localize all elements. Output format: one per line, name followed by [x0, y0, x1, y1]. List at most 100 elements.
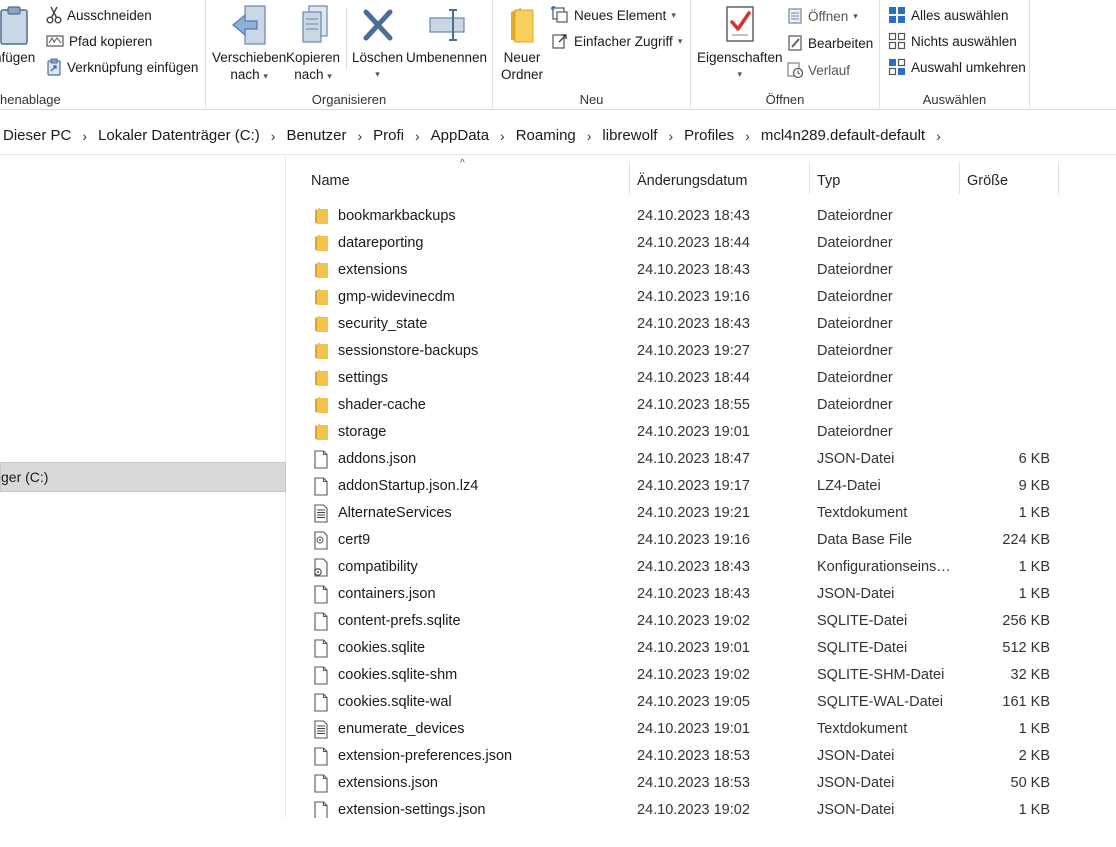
file-row[interactable]: compatibility 24.10.2023 18:43 Konfigurati…	[308, 554, 1068, 581]
file-date: 24.10.2023 19:01	[637, 640, 750, 656]
file-row[interactable]: cert9 24.10.2023 19:16 Data Base File 224 K…	[308, 527, 1068, 554]
file-row[interactable]: cookies.sqlite-wal 24.10.2023 19:05 SQLITE…	[308, 689, 1068, 716]
new-item-button[interactable]: Neues Element ▾	[551, 4, 676, 26]
file-row[interactable]: cookies.sqlite 24.10.2023 19:01 SQLITE-Dat…	[308, 635, 1068, 662]
file-type: Textdokument	[817, 505, 908, 521]
chevron-right-icon[interactable]: ›	[77, 128, 92, 144]
file-date: 24.10.2023 18:53	[637, 775, 750, 791]
edit-button[interactable]: Bearbeiten	[787, 32, 873, 54]
file-row[interactable]: extension-settings.json 24.10.2023 19:02 J…	[308, 797, 1068, 818]
config-file-icon	[314, 558, 328, 577]
invert-selection-icon	[888, 58, 906, 76]
breadcrumb-item[interactable]: Benutzer	[280, 127, 352, 144]
file-name: cookies.sqlite-shm	[338, 667, 458, 683]
paste-shortcut-icon	[47, 58, 61, 76]
chevron-right-icon[interactable]: ›	[266, 128, 281, 144]
history-button[interactable]: Verlauf	[787, 59, 850, 81]
file-name: extensions	[338, 262, 408, 278]
column-header-date[interactable]: Änderungsdatum	[637, 162, 747, 200]
select-none-button[interactable]: Nichts auswählen	[888, 30, 1017, 52]
folder-row[interactable]: storage 24.10.2023 19:01 Dateiordner	[308, 419, 1068, 446]
chevron-right-icon[interactable]: ›	[352, 128, 367, 144]
breadcrumb-item[interactable]: AppData	[425, 127, 495, 144]
folder-icon	[315, 208, 328, 224]
new-folder-button[interactable]: Neuer Ordner	[501, 4, 543, 83]
breadcrumb-item[interactable]: mcl4n289.default-default	[755, 127, 931, 144]
copy-to-button[interactable]: Kopieren nach ▾	[286, 4, 340, 85]
file-date: 24.10.2023 19:21	[637, 505, 750, 521]
new-group-label: Neu	[579, 92, 604, 107]
breadcrumb-item[interactable]: Lokaler Datenträger (C:)	[92, 127, 266, 144]
chevron-right-icon[interactable]: ›	[410, 128, 425, 144]
file-size: 1 KB	[1018, 586, 1050, 602]
folder-row[interactable]: shader-cache 24.10.2023 18:55 Dateiordner	[308, 392, 1068, 419]
chevron-right-icon[interactable]: ›	[582, 128, 597, 144]
file-date: 24.10.2023 19:16	[637, 289, 750, 305]
breadcrumb-item[interactable]: Dieser PC	[0, 127, 77, 144]
file-row[interactable]: cookies.sqlite-shm 24.10.2023 19:02 SQLITE…	[308, 662, 1068, 689]
file-date: 24.10.2023 19:02	[637, 667, 750, 683]
history-icon	[787, 62, 803, 79]
file-row[interactable]: extensions.json 24.10.2023 18:53 JSON-Date…	[308, 770, 1068, 797]
rename-button[interactable]: Umbenennen	[406, 4, 487, 66]
folder-row[interactable]: sessionstore-backups 24.10.2023 19:27 Date…	[308, 338, 1068, 365]
clipboard-group: nfügen Ausschneiden Pfad kopieren	[0, 0, 206, 110]
open-group: Eigenschaften ▾ Öffnen ▾ Bearbeiten Verl…	[691, 0, 880, 110]
folder-icon	[315, 370, 328, 386]
chevron-right-icon[interactable]: ›	[663, 128, 678, 144]
file-row[interactable]: enumerate_devices 24.10.2023 19:01 Textdok…	[308, 716, 1068, 743]
folder-row[interactable]: gmp-widevinecdm 24.10.2023 19:16 Dateiordn…	[308, 284, 1068, 311]
chevron-right-icon[interactable]: ›	[740, 128, 755, 144]
file-type: Dateiordner	[817, 316, 893, 332]
file-size: 1 KB	[1018, 559, 1050, 575]
easy-access-button[interactable]: Einfacher Zugriff ▾	[551, 30, 682, 52]
column-divider[interactable]	[809, 162, 810, 194]
paste-shortcut-button[interactable]: Verknüpfung einfügen	[46, 56, 198, 78]
move-to-button[interactable]: Verschieben nach ▾	[212, 4, 286, 85]
breadcrumb-item[interactable]: librewolf	[596, 127, 663, 144]
breadcrumb-item[interactable]: Profi	[367, 127, 410, 144]
breadcrumb-item[interactable]: Roaming	[510, 127, 582, 144]
file-type: SQLITE-SHM-Datei	[817, 667, 945, 683]
file-row[interactable]: addons.json 24.10.2023 18:47 JSON-Datei 6 K…	[308, 446, 1068, 473]
column-header-size[interactable]: Größe	[967, 162, 1008, 200]
properties-button[interactable]: Eigenschaften ▾	[697, 4, 783, 83]
file-name: extensions.json	[338, 775, 438, 791]
chevron-right-icon[interactable]: ›	[931, 128, 946, 144]
folder-row[interactable]: bookmarkbackups 24.10.2023 18:43 Dateiordn…	[308, 203, 1068, 230]
file-name: sessionstore-backups	[338, 343, 479, 359]
open-button[interactable]: Öffnen ▾	[787, 5, 858, 27]
nav-item-local-disk[interactable]: ger (C:)	[0, 462, 286, 492]
folder-row[interactable]: security_state 24.10.2023 18:43 Dateiordne…	[308, 311, 1068, 338]
select-all-button[interactable]: Alles auswählen	[888, 4, 1009, 26]
chevron-right-icon[interactable]: ›	[495, 128, 510, 144]
cut-button[interactable]: Ausschneiden	[46, 4, 152, 26]
invert-selection-button[interactable]: Auswahl umkehren	[888, 56, 1026, 78]
file-row[interactable]: content-prefs.sqlite 24.10.2023 19:02 SQLI…	[308, 608, 1068, 635]
copy-path-button[interactable]: Pfad kopieren	[46, 30, 152, 52]
file-row[interactable]: extension-preferences.json 24.10.2023 18:…	[308, 743, 1068, 770]
column-divider[interactable]	[959, 162, 960, 194]
file-row[interactable]: containers.json 24.10.2023 18:43 JSON-Date…	[308, 581, 1068, 608]
file-size: 1 KB	[1018, 505, 1050, 521]
column-header-type[interactable]: Typ	[817, 162, 840, 200]
select-all-icon	[889, 7, 905, 23]
folder-row[interactable]: extensions 24.10.2023 18:43 Dateiordner	[308, 257, 1068, 284]
file-row[interactable]: AlternateServices 24.10.2023 19:21 Textdok…	[308, 500, 1068, 527]
file-name: addons.json	[338, 451, 417, 467]
folder-icon	[315, 424, 328, 440]
file-name: content-prefs.sqlite	[338, 613, 461, 629]
file-type: SQLITE-Datei	[817, 640, 908, 656]
copy-to-icon	[302, 5, 328, 43]
folder-row[interactable]: settings 24.10.2023 18:44 Dateiordner	[308, 365, 1068, 392]
column-divider[interactable]	[1058, 162, 1059, 194]
column-header-name[interactable]: Name	[311, 162, 350, 200]
folder-row[interactable]: datareporting 24.10.2023 18:44 Dateiordner	[308, 230, 1068, 257]
breadcrumb-item[interactable]: Profiles	[678, 127, 740, 144]
column-divider[interactable]	[629, 162, 630, 194]
paste-button[interactable]: nfügen	[0, 6, 35, 66]
file-row[interactable]: addonStartup.json.lz4 24.10.2023 19:17 LZ4…	[308, 473, 1068, 500]
database-file-icon	[314, 531, 328, 550]
file-size: 9 KB	[1018, 478, 1050, 494]
delete-button[interactable]: Löschen ▾	[352, 4, 403, 83]
